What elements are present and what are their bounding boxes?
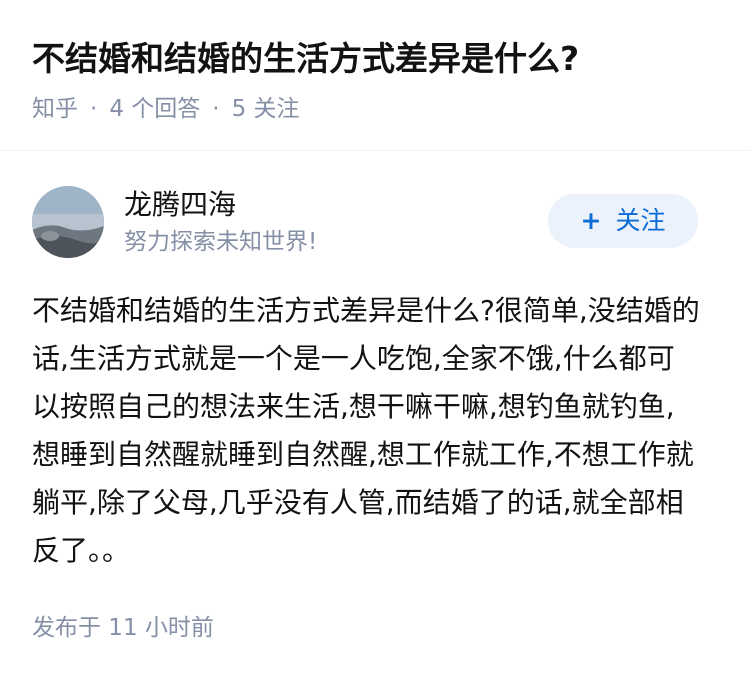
follow-label: 关注 bbox=[615, 206, 666, 235]
followers-count[interactable]: 5 关注 bbox=[232, 96, 300, 122]
plus-icon: + bbox=[580, 206, 602, 235]
question-title[interactable]: 不结婚和结婚的生活方式差异是什么? bbox=[32, 36, 579, 82]
author-name[interactable]: 龙腾四海 bbox=[124, 186, 236, 224]
follow-button[interactable]: + 关注 bbox=[548, 194, 698, 248]
avatar[interactable] bbox=[32, 186, 104, 258]
landscape-avatar-icon bbox=[32, 186, 104, 258]
author-row: 龙腾四海 努力探索未知世界! + 关注 bbox=[32, 186, 698, 258]
meta-separator: · bbox=[212, 96, 220, 122]
meta-separator: · bbox=[90, 96, 98, 122]
author-bio: 努力探索未知世界! bbox=[124, 229, 318, 255]
answers-count[interactable]: 4 个回答 bbox=[109, 96, 200, 122]
answer-time: 发布于 11 小时前 bbox=[32, 615, 214, 641]
source-label[interactable]: 知乎 bbox=[32, 96, 78, 122]
answer-content[interactable]: 不结婚和结婚的生活方式差异是什么?很简单,没结婚的话,生活方式就是一个是一人吃饱… bbox=[32, 287, 702, 575]
question-meta: 知乎 · 4 个回答 · 5 关注 bbox=[32, 93, 300, 125]
divider bbox=[0, 150, 750, 151]
